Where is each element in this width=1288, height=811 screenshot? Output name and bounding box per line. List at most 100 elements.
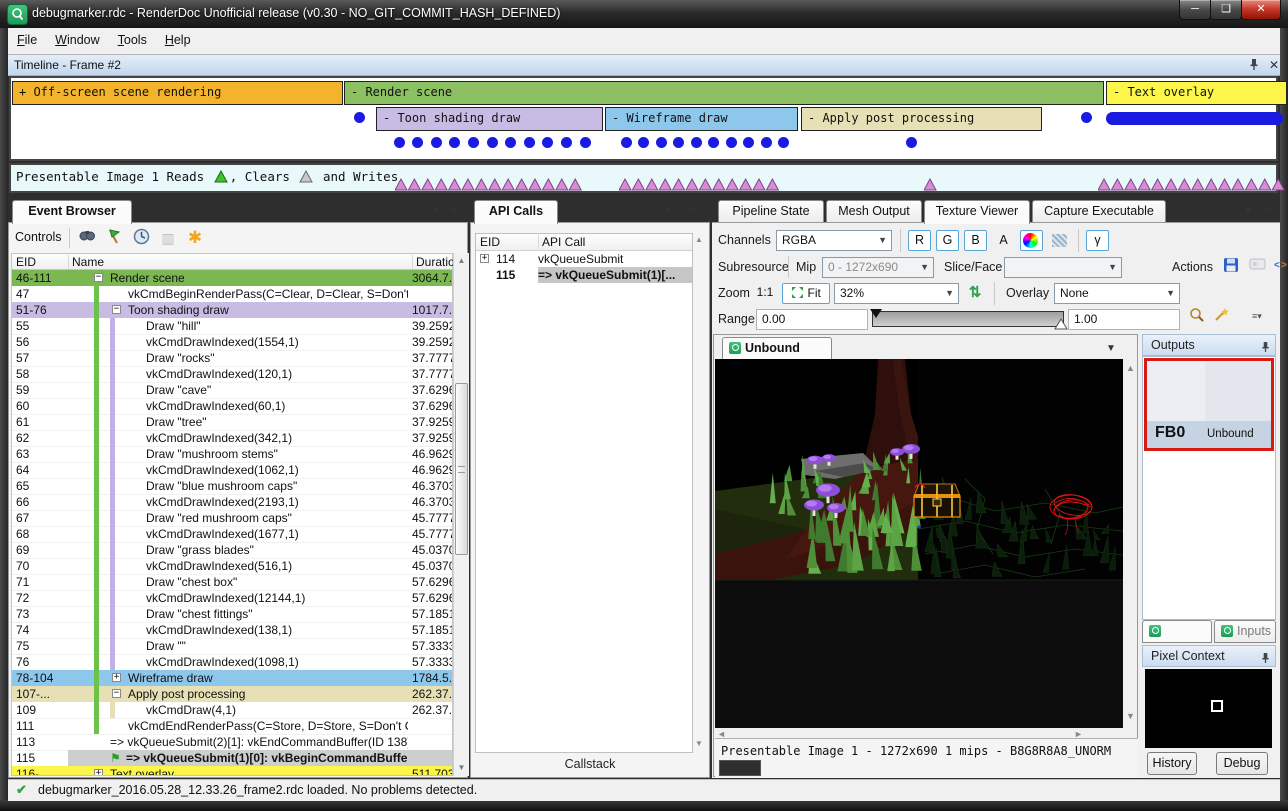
event-row-115[interactable]: 115⚑=> vkQueueSubmit(1)[0]: vkBeginComma… [12,750,453,767]
timeline-event-dot[interactable] [906,137,917,148]
timeline-event-dot[interactable] [354,112,365,123]
timeline-event-dot[interactable] [656,137,667,148]
gamma-toggle[interactable]: γ [1086,230,1109,251]
callstack-label[interactable]: Callstack [471,757,709,771]
event-row-51-76[interactable]: 51-76−Toon shading draw1017.7... [12,302,453,318]
timeline-event-dot[interactable] [743,137,754,148]
event-row-113[interactable]: 113=> vkQueueSubmit(2)[1]: vkEndCommandB… [12,734,453,751]
api-calls-close-icon[interactable]: ✕ [686,204,696,218]
goto-resource-icon[interactable] [1246,257,1268,278]
texture-scroll-up-icon[interactable]: ▲ [1126,363,1135,373]
event-row-64[interactable]: 64vkCmdDrawIndexed(1062,1)46.96296 [12,462,453,479]
timeline-event-dot[interactable] [542,137,553,148]
event-row-107-...[interactable]: 107-...−Apply post processing262.37... [12,686,453,702]
texture-tabs-dropdown-icon[interactable]: ▼ [1106,343,1116,354]
timeline-event-dot[interactable] [431,137,442,148]
timeline-close-icon[interactable]: ✕ [1269,58,1279,72]
range-min-input[interactable]: 0.00 [756,309,868,330]
event-row-62[interactable]: 62vkCmdDrawIndexed(342,1)37.92593 [12,430,453,447]
event-row-61[interactable]: 61Draw "tree"37.92593 [12,414,453,431]
timeline-event-dot[interactable] [412,137,423,148]
api-row-115[interactable]: 115=> vkQueueSubmit(1)[... [476,267,692,283]
find-icon[interactable] [77,228,97,248]
event-row-66[interactable]: 66vkCmdDrawIndexed(2193,1)46.37037 [12,494,453,511]
timeline-marker-off-screen-scene-rendering[interactable]: + Off-screen scene rendering [12,81,343,105]
event-row-68[interactable]: 68vkCmdDrawIndexed(1677,1)45.77778 [12,526,453,543]
zoom-level-combo[interactable]: 32%▼ [834,283,959,304]
pixel-context-view[interactable] [1145,669,1272,748]
scroll-down-icon[interactable]: ▼ [454,760,469,776]
output-fb0-thumbnail[interactable]: FB0 Unbound [1144,358,1274,451]
event-row-72[interactable]: 72vkCmdDrawIndexed(12144,1)57.62963 [12,590,453,607]
timeline-event-dot[interactable] [1081,112,1092,123]
collapse-icon[interactable]: − [112,689,121,698]
channel-alpha-toggle[interactable]: A [992,230,1015,251]
pin-icon[interactable] [1261,650,1270,670]
channels-combo[interactable]: RGBA▼ [776,230,892,251]
tab-inputs[interactable]: Inputs [1214,620,1276,643]
flip-y-icon[interactable]: ⇅ [964,283,986,304]
zoom-range-icon[interactable] [1186,307,1208,328]
autofit-wand-icon[interactable] [1210,307,1232,328]
timeline-event-dot[interactable] [505,137,516,148]
timeline-marker-render-scene[interactable]: - Render scene [344,81,1104,105]
event-row-59[interactable]: 59Draw "cave"37.62963 [12,382,453,399]
timeline-marker-wireframe-draw[interactable]: - Wireframe draw [605,107,798,131]
timeline-event-dot[interactable] [394,137,405,148]
event-row-78-104[interactable]: 78-104+Wireframe draw1784.5... [12,670,453,686]
timeline-event-dot[interactable] [691,137,702,148]
event-row-69[interactable]: 69Draw "grass blades"45.03704 [12,542,453,559]
history-button[interactable]: History [1147,752,1197,775]
timeline-marker-text-overlay[interactable]: - Text overlay [1106,81,1287,105]
timeline-marker-toon-shading-draw[interactable]: - Toon shading draw [376,107,603,131]
timeline-event-dot[interactable] [726,137,737,148]
event-row-56[interactable]: 56vkCmdDrawIndexed(1554,1)39.25926 [12,334,453,351]
event-row-47[interactable]: 47vkCmdBeginRenderPass(C=Clear, D=Clear,… [12,286,453,303]
event-row-60[interactable]: 60vkCmdDrawIndexed(60,1)37.62963 [12,398,453,415]
event-row-67[interactable]: 67Draw "red mushroom caps"45.77778 [12,510,453,527]
event-row-57[interactable]: 57Draw "rocks"37.77778 [12,350,453,367]
minimize-button[interactable]: ─ [1179,0,1211,20]
event-browser-column-header[interactable]: EID Name Duratio... [11,253,453,270]
event-row-70[interactable]: 70vkCmdDrawIndexed(516,1)45.03704 [12,558,453,575]
event-row-111[interactable]: 111vkCmdEndRenderPass(C=Store, D=Store, … [12,718,453,735]
expand-icon[interactable]: + [94,769,103,776]
timeline-event-dot[interactable] [580,137,591,148]
timeline-marker-apply-post-processing[interactable]: - Apply post processing [801,107,1042,131]
debug-button[interactable]: Debug [1216,752,1268,775]
zoom-1to1-button[interactable]: 1:1 [752,283,778,304]
scroll-down-icon[interactable]: ▼ [695,739,703,748]
channel-green-toggle[interactable]: G [936,230,959,251]
event-row-109[interactable]: 109vkCmdDraw(4,1)262.37... [12,702,453,719]
right-panel-menu-icon[interactable]: ▼ [1243,205,1254,217]
mip-combo[interactable]: 0 - 1272x690▼ [822,257,934,278]
event-row-63[interactable]: 63Draw "mushroom stems"46.96296 [12,446,453,463]
timeline-event-dot[interactable] [778,137,789,148]
event-row-74[interactable]: 74vkCmdDrawIndexed(138,1)57.18518 [12,622,453,639]
timeline-event-dot[interactable] [708,137,719,148]
timeline-event-dot[interactable] [638,137,649,148]
channel-blue-toggle[interactable]: B [964,230,987,251]
event-row-116-...[interactable]: 116-...+Text overlay511.7037 [12,766,453,776]
alpha-checker-toggle[interactable] [1048,230,1071,251]
event-row-71[interactable]: 71Draw "chest box"57.62963 [12,574,453,591]
event-row-46-111[interactable]: 46-111−Render scene3064.7... [12,270,453,286]
timeline-event-dot[interactable] [449,137,460,148]
channel-red-toggle[interactable]: R [908,230,931,251]
tab-api-calls[interactable]: API Calls [474,200,558,224]
tab-pipeline-state[interactable]: Pipeline State [718,200,824,222]
tab-outputs[interactable]: Outputs [1142,620,1212,643]
collapse-icon[interactable]: − [94,273,103,282]
event-browser-menu-icon[interactable]: ▼ [431,205,442,217]
save-icon[interactable] [1220,257,1242,278]
maximize-button[interactable]: ❑ [1210,0,1242,20]
timeline-events-pill[interactable] [1106,112,1283,125]
expand-icon[interactable]: + [112,673,121,682]
event-row-55[interactable]: 55Draw "hill"39.25926 [12,318,453,335]
timeline-event-dot[interactable] [761,137,772,148]
menu-window[interactable]: Window [46,28,108,51]
zoom-fit-button[interactable]: Fit [782,283,830,304]
pin-icon[interactable] [1249,58,1259,74]
close-button[interactable]: ✕ [1241,0,1281,20]
timeline-event-dot[interactable] [487,137,498,148]
